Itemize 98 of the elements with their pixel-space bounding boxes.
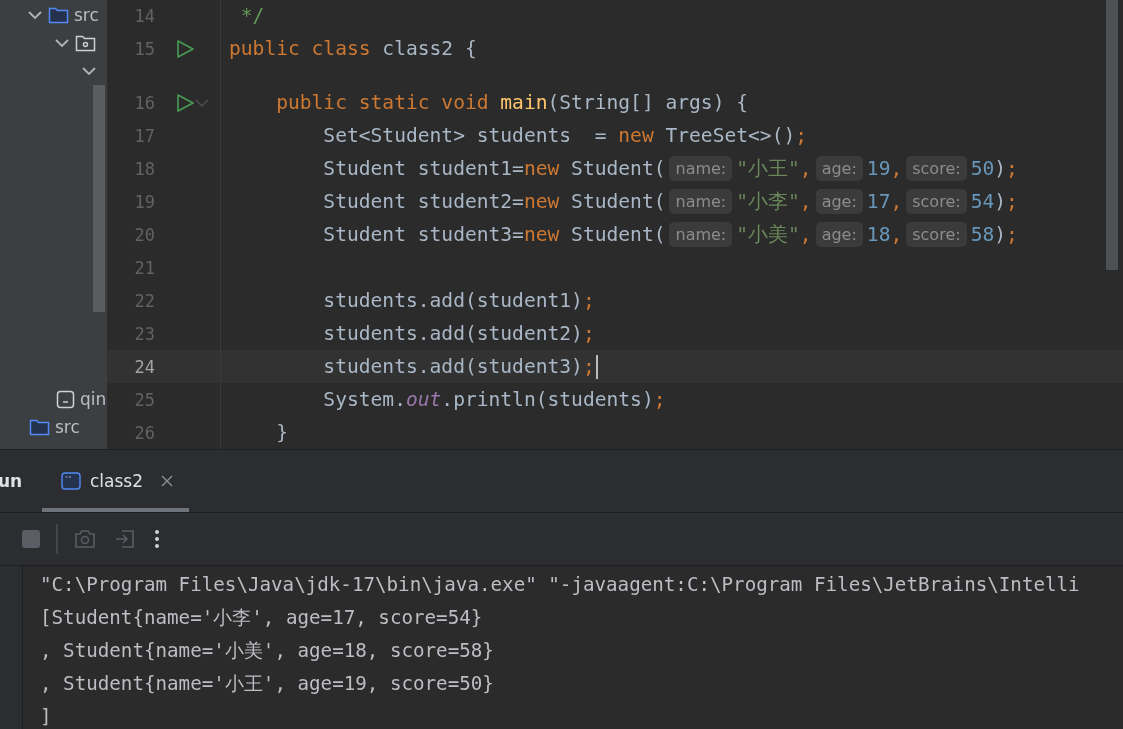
code-token: 58 — [970, 223, 995, 246]
panel-title: un — [0, 471, 24, 491]
code-token: , — [799, 190, 812, 213]
code-token: class2 { — [382, 37, 477, 60]
line-number: 17 — [133, 125, 155, 146]
code-token: students.add(student1) — [322, 289, 583, 312]
parameter-hint: score: — [906, 189, 967, 214]
code-token: , — [799, 157, 812, 180]
code-token: students.add(student3) — [322, 355, 583, 378]
line-number: 20 — [133, 224, 155, 245]
scrollbar-thumb[interactable] — [1106, 0, 1118, 270]
code-token: "小美" — [736, 222, 800, 248]
console-line: , Student{name='小王', age=19, score=50} — [40, 671, 495, 697]
code-token: Student student2= — [322, 190, 524, 213]
code-token: 18 — [866, 223, 891, 246]
code-token: , — [890, 223, 903, 246]
line-number: 18 — [133, 158, 155, 179]
code-token: Student student1= — [322, 157, 524, 180]
code-token: System. — [322, 388, 406, 411]
code-token: , — [890, 190, 903, 213]
code-token: Set<Student> students = — [322, 124, 608, 147]
code-token: new — [523, 223, 561, 246]
code-token: ) — [994, 190, 1006, 213]
code-token: Student( — [571, 190, 666, 213]
console-line: "C:\Program Files\Java\jdk-17\bin\java.exe" "-javaagent:C:\Program Files\JetBrains\Intelli — [40, 572, 1080, 598]
package-icon — [75, 34, 96, 52]
parameter-hint: name: — [669, 156, 733, 181]
code-token: .println(students) — [441, 388, 654, 411]
code-token: 54 — [970, 190, 995, 213]
parameter-hint: score: — [906, 222, 967, 247]
code-token: TreeSet<>() — [665, 124, 796, 147]
file-icon — [56, 389, 75, 409]
run-tab[interactable]: class2 — [42, 450, 190, 512]
code-token: Student student3= — [322, 223, 524, 246]
console-icon — [61, 472, 81, 490]
folder-icon — [48, 6, 69, 24]
line-number: 26 — [133, 422, 155, 443]
console-line: ] — [40, 704, 53, 729]
tree-item-label[interactable]: src — [74, 5, 99, 25]
code-token: ) — [994, 223, 1006, 246]
run-icon[interactable] — [175, 92, 195, 113]
code-token: ; — [582, 322, 595, 345]
close-icon[interactable] — [161, 475, 174, 487]
code-token: public class — [229, 37, 372, 60]
parameter-hint: name: — [669, 222, 733, 247]
tree-item-label[interactable]: src — [55, 417, 80, 437]
console-line: , Student{name='小美', age=18, score=58} — [40, 638, 495, 664]
code-token: ; — [1006, 157, 1018, 180]
code-token: new — [523, 190, 561, 213]
chevron-icon[interactable] — [81, 66, 97, 76]
line-number: 21 — [133, 257, 155, 278]
code-token: Student( — [571, 157, 666, 180]
chevron-icon[interactable] — [27, 10, 43, 20]
code-token: students.add(student2) — [322, 322, 583, 345]
run-icon[interactable] — [175, 38, 195, 59]
tree-item-label[interactable]: qin — [80, 389, 107, 409]
code-token: ; — [653, 388, 666, 411]
code-token: , — [890, 157, 903, 180]
code-token: 19 — [866, 157, 891, 180]
console-line: [Student{name='小李', age=17, score=54} — [40, 605, 484, 631]
parameter-hint: score: — [906, 156, 967, 181]
code-token: public static void — [275, 91, 490, 114]
code-token: 50 — [970, 157, 995, 180]
code-token: 17 — [866, 190, 891, 213]
code-token: ; — [1006, 190, 1018, 213]
code-token: , — [799, 223, 812, 246]
parameter-hint: age: — [815, 222, 863, 247]
line-number: 15 — [133, 38, 155, 59]
line-number: 23 — [133, 323, 155, 344]
code-token: "小李" — [736, 189, 800, 215]
code-token: ; — [1006, 223, 1018, 246]
line-number: 22 — [133, 290, 155, 311]
code-token: new — [523, 157, 561, 180]
code-token: } — [275, 421, 288, 444]
code-token: "小王" — [736, 156, 800, 182]
folder-icon — [29, 418, 50, 436]
parameter-hint: age: — [815, 189, 863, 214]
line-number: 16 — [133, 92, 155, 113]
code-token: ; — [582, 289, 595, 312]
code-token: Student( — [571, 223, 666, 246]
scrollbar-thumb[interactable] — [93, 85, 105, 312]
parameter-hint: age: — [815, 156, 863, 181]
code-token: (String[] args) { — [547, 91, 749, 114]
line-number: 19 — [133, 191, 155, 212]
code-token: new — [618, 124, 655, 147]
more-icon[interactable] — [154, 529, 160, 549]
line-number: 24 — [133, 356, 155, 377]
code-token: ; — [582, 355, 595, 378]
line-number: 14 — [133, 5, 155, 26]
code-token: ; — [795, 124, 808, 147]
parameter-hint: name: — [669, 189, 733, 214]
code-token: out — [405, 388, 442, 411]
chevron-icon[interactable] — [54, 38, 70, 48]
line-number: 25 — [133, 389, 155, 410]
code-token: main — [500, 91, 548, 114]
code-token: ) — [994, 157, 1006, 180]
text-cursor — [595, 354, 598, 379]
code-token: */ — [239, 4, 265, 27]
